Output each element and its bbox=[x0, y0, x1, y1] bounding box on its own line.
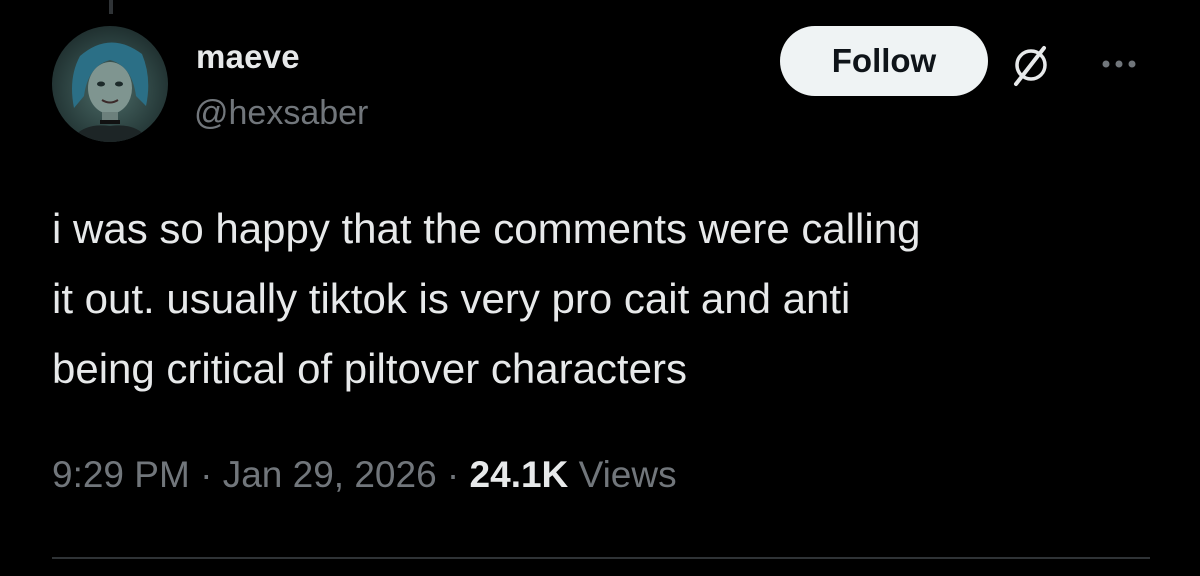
display-name[interactable]: maeve bbox=[196, 38, 300, 76]
avatar[interactable] bbox=[52, 26, 168, 142]
tweet-text: i was so happy that the comments were ca… bbox=[52, 205, 921, 392]
meta-separator: · bbox=[189, 454, 223, 495]
tweet-meta: 9:29 PM · Jan 29, 2026 · 24.1K Views bbox=[52, 454, 677, 496]
tweet-time[interactable]: 9:29 PM bbox=[52, 454, 190, 495]
user-handle[interactable]: @hexsaber bbox=[194, 94, 368, 133]
thread-connector-line bbox=[109, 0, 113, 14]
meta-separator: · bbox=[436, 454, 470, 495]
views-label: Views bbox=[578, 454, 677, 495]
tweet-date[interactable]: Jan 29, 2026 bbox=[223, 454, 437, 495]
views-count[interactable]: 24.1K bbox=[470, 454, 569, 495]
follow-button[interactable]: Follow bbox=[780, 26, 988, 96]
avatar-illustration bbox=[70, 42, 150, 142]
more-dots-icon[interactable] bbox=[1094, 44, 1144, 84]
grok-icon[interactable] bbox=[1006, 40, 1056, 90]
divider bbox=[52, 557, 1150, 559]
